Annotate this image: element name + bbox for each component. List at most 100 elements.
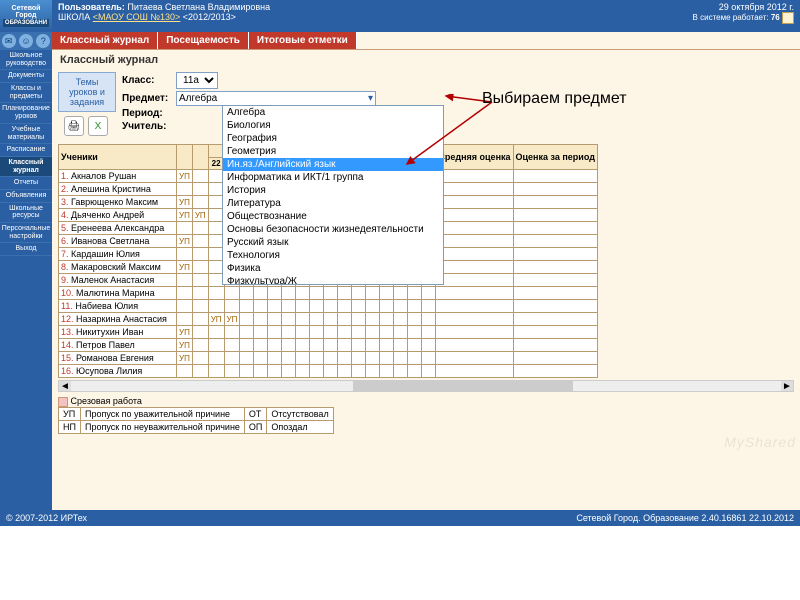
grade-cell[interactable] bbox=[268, 287, 282, 300]
grade-cell[interactable] bbox=[352, 300, 366, 313]
grade-cell[interactable] bbox=[338, 365, 352, 378]
sidebar-item-5[interactable]: Расписание bbox=[0, 144, 52, 157]
help-icon[interactable]: ? bbox=[36, 34, 50, 48]
grade-cell[interactable] bbox=[192, 222, 208, 235]
grade-cell[interactable] bbox=[192, 261, 208, 274]
themes-button[interactable]: Темы уроков и задания bbox=[58, 72, 116, 112]
subject-option[interactable]: Технология bbox=[223, 249, 443, 262]
grade-cell[interactable]: УП bbox=[224, 313, 240, 326]
sidebar-item-10[interactable]: Персональные настройки bbox=[0, 223, 52, 243]
grade-cell[interactable] bbox=[208, 287, 224, 300]
grade-cell[interactable] bbox=[240, 300, 254, 313]
grade-cell[interactable] bbox=[296, 352, 310, 365]
grade-cell[interactable] bbox=[282, 352, 296, 365]
grade-cell[interactable]: УП bbox=[177, 235, 193, 248]
tab-0[interactable]: Классный журнал bbox=[52, 32, 158, 49]
grade-cell[interactable] bbox=[177, 300, 193, 313]
grade-cell[interactable] bbox=[338, 313, 352, 326]
grade-cell[interactable] bbox=[394, 287, 408, 300]
grade-cell[interactable] bbox=[192, 339, 208, 352]
student-cell[interactable]: 6. Иванова Светлана bbox=[59, 235, 177, 248]
grade-cell[interactable] bbox=[208, 352, 224, 365]
grade-cell[interactable] bbox=[352, 326, 366, 339]
grade-cell[interactable] bbox=[324, 287, 338, 300]
grade-cell[interactable] bbox=[240, 365, 254, 378]
sidebar-item-2[interactable]: Классы и предметы bbox=[0, 83, 52, 103]
grade-cell[interactable] bbox=[282, 287, 296, 300]
student-cell[interactable]: 15. Романова Евгения bbox=[59, 352, 177, 365]
grade-cell[interactable] bbox=[254, 352, 268, 365]
grade-cell[interactable] bbox=[338, 339, 352, 352]
student-cell[interactable]: 9. Маленок Анастасия bbox=[59, 274, 177, 287]
grade-cell[interactable] bbox=[324, 326, 338, 339]
grade-cell[interactable] bbox=[422, 339, 436, 352]
grade-cell[interactable] bbox=[338, 300, 352, 313]
subject-option[interactable]: Алгебра bbox=[223, 106, 443, 119]
grade-cell[interactable] bbox=[366, 352, 380, 365]
sidebar-item-6[interactable]: Классный журнал bbox=[0, 157, 52, 177]
grade-cell[interactable] bbox=[240, 339, 254, 352]
subject-option[interactable]: Физика bbox=[223, 262, 443, 275]
grade-cell[interactable] bbox=[240, 352, 254, 365]
grade-cell[interactable] bbox=[352, 365, 366, 378]
sidebar-item-11[interactable]: Выход bbox=[0, 243, 52, 256]
grade-cell[interactable] bbox=[394, 352, 408, 365]
grade-cell[interactable] bbox=[310, 287, 324, 300]
grade-cell[interactable] bbox=[408, 339, 422, 352]
horizontal-scrollbar[interactable]: ◄► bbox=[58, 380, 794, 392]
grade-cell[interactable] bbox=[380, 313, 394, 326]
grade-cell[interactable] bbox=[240, 287, 254, 300]
grade-cell[interactable] bbox=[282, 365, 296, 378]
group-icon[interactable]: ☺ bbox=[19, 34, 33, 48]
print-button[interactable]: 🖨 bbox=[64, 116, 84, 136]
grade-cell[interactable] bbox=[324, 352, 338, 365]
student-cell[interactable]: 13. Никитухин Иван bbox=[59, 326, 177, 339]
sidebar-item-7[interactable]: Отчеты bbox=[0, 177, 52, 190]
grade-cell[interactable] bbox=[366, 339, 380, 352]
grade-cell[interactable] bbox=[254, 339, 268, 352]
sidebar-item-1[interactable]: Документы bbox=[0, 70, 52, 83]
grade-cell[interactable] bbox=[380, 287, 394, 300]
grade-cell[interactable] bbox=[177, 274, 193, 287]
sidebar-item-3[interactable]: Планирование уроков bbox=[0, 103, 52, 123]
grade-cell[interactable] bbox=[394, 365, 408, 378]
grade-cell[interactable]: УП bbox=[177, 261, 193, 274]
grade-cell[interactable] bbox=[192, 196, 208, 209]
school-link[interactable]: <МАОУ СОШ №130> bbox=[93, 12, 181, 22]
grade-cell[interactable] bbox=[394, 313, 408, 326]
grade-cell[interactable]: УП bbox=[177, 196, 193, 209]
grade-cell[interactable] bbox=[296, 365, 310, 378]
grade-cell[interactable] bbox=[268, 326, 282, 339]
grade-cell[interactable]: УП bbox=[192, 209, 208, 222]
mail-icon[interactable]: ✉ bbox=[2, 34, 16, 48]
grade-cell[interactable]: УП bbox=[177, 352, 193, 365]
grade-cell[interactable] bbox=[422, 326, 436, 339]
student-cell[interactable]: 3. Гаврющенко Максим bbox=[59, 196, 177, 209]
grade-cell[interactable] bbox=[366, 313, 380, 326]
grade-cell[interactable] bbox=[352, 313, 366, 326]
student-cell[interactable]: 5. Еренеева Александра bbox=[59, 222, 177, 235]
subject-option[interactable]: Основы безопасности жизнедеятельности bbox=[223, 223, 443, 236]
grade-cell[interactable] bbox=[192, 365, 208, 378]
grade-cell[interactable] bbox=[224, 300, 240, 313]
subject-option[interactable]: Физкультура/Ж bbox=[223, 275, 443, 285]
class-select[interactable]: 11а bbox=[176, 72, 218, 89]
student-cell[interactable]: 7. Кардашин Юлия bbox=[59, 248, 177, 261]
grade-cell[interactable] bbox=[296, 300, 310, 313]
grade-cell[interactable] bbox=[352, 352, 366, 365]
subject-option[interactable]: Литература bbox=[223, 197, 443, 210]
grade-cell[interactable] bbox=[268, 352, 282, 365]
grade-cell[interactable] bbox=[254, 326, 268, 339]
grade-cell[interactable] bbox=[352, 287, 366, 300]
student-cell[interactable]: 12. Назаркина Анастасия bbox=[59, 313, 177, 326]
subject-option[interactable]: Обществознание bbox=[223, 210, 443, 223]
grade-cell[interactable] bbox=[192, 248, 208, 261]
excel-button[interactable]: X bbox=[88, 116, 108, 136]
grade-cell[interactable] bbox=[224, 339, 240, 352]
subject-option[interactable]: Ин.яз./Английский язык bbox=[223, 158, 443, 171]
grade-cell[interactable] bbox=[422, 300, 436, 313]
grade-cell[interactable]: УП bbox=[177, 209, 193, 222]
grade-cell[interactable] bbox=[422, 287, 436, 300]
grade-cell[interactable] bbox=[366, 287, 380, 300]
grade-cell[interactable] bbox=[310, 300, 324, 313]
